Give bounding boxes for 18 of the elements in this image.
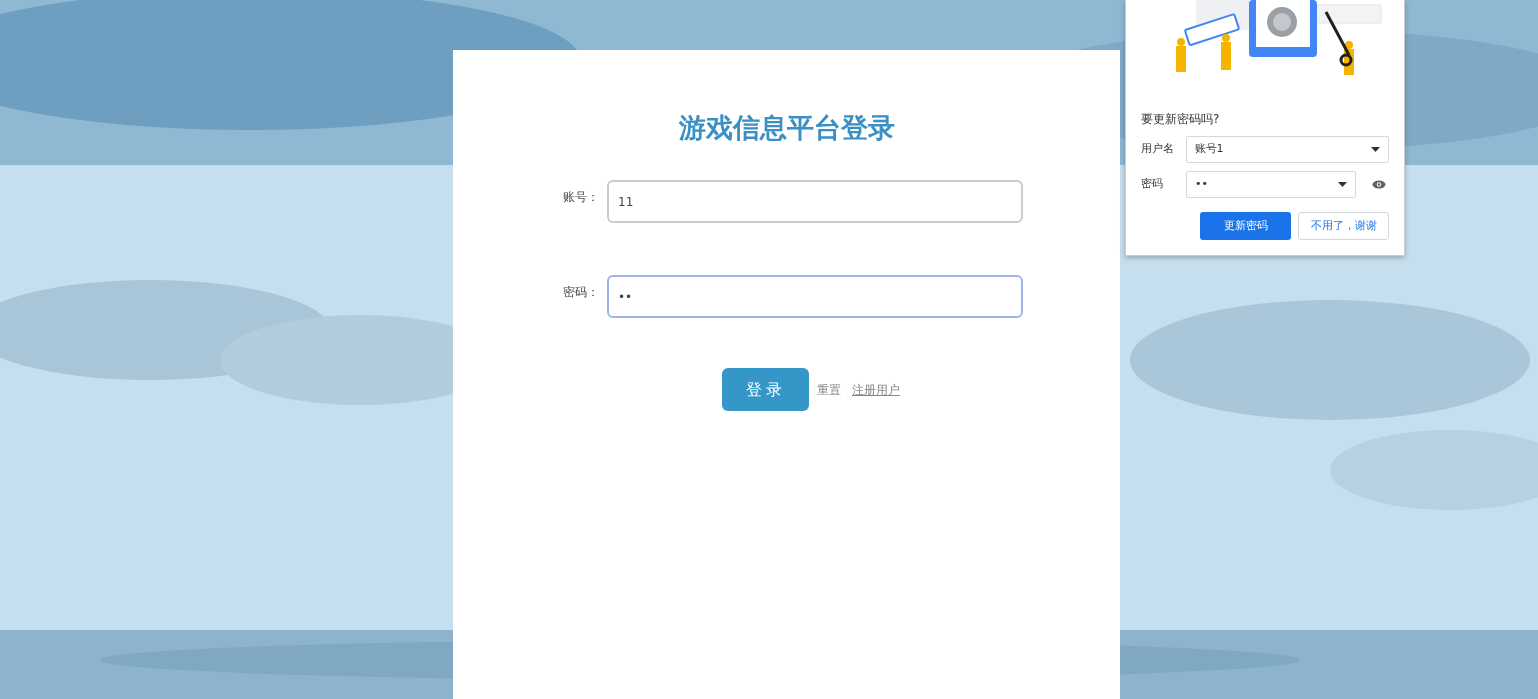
eye-icon[interactable] [1372, 180, 1386, 189]
register-link[interactable]: 注册用户 [849, 380, 903, 399]
field-label: 密码 [1141, 176, 1164, 193]
login-title: 游戏信息平台登录 [677, 112, 896, 145]
field-label: 密码： [563, 284, 599, 302]
input-field[interactable]: •• [607, 275, 1023, 319]
caret-icon [1371, 147, 1380, 152]
input-field[interactable]: 11 [607, 180, 1023, 224]
popup-title: 要更新密码吗? [1141, 111, 1221, 128]
field-label: 用户名 [1141, 141, 1175, 158]
decline-button[interactable]: 不用了，谢谢 [1298, 212, 1389, 240]
dropdown-field[interactable]: 账号1 [1185, 136, 1389, 163]
update-password-button[interactable]: 更新密码 [1200, 212, 1291, 240]
caret-icon [1338, 182, 1347, 187]
dropdown-field[interactable]: •• [1186, 171, 1356, 198]
login-button[interactable]: 登录 [722, 368, 809, 412]
field-label: 账号： [563, 189, 599, 207]
reset-button[interactable]: 重置 [814, 380, 844, 399]
